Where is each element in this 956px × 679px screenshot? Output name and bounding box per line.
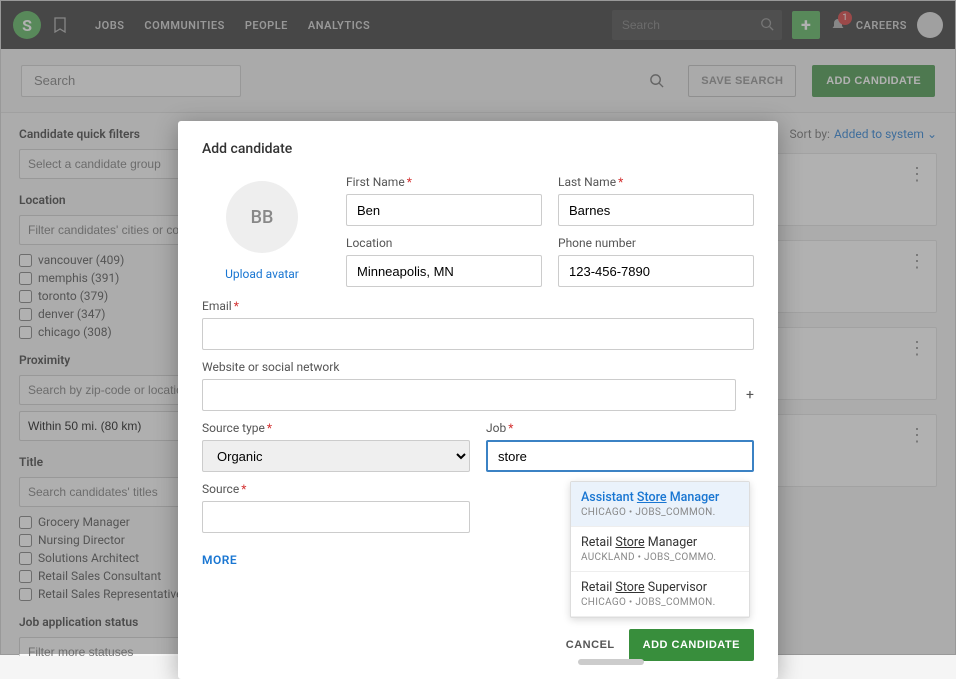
first-name-label: First Name* — [346, 175, 542, 189]
upload-avatar-link[interactable]: Upload avatar — [225, 267, 299, 281]
source-input[interactable] — [202, 501, 470, 533]
phone-label: Phone number — [558, 236, 754, 250]
phone-input[interactable] — [558, 255, 754, 287]
cancel-button[interactable]: CANCEL — [566, 639, 615, 651]
location-input[interactable] — [346, 255, 542, 287]
job-dropdown-item[interactable]: Retail Store SupervisorCHICAGO • JOBS_CO… — [571, 572, 749, 617]
email-label: Email* — [202, 299, 754, 313]
modal-overlay: Add candidate BB Upload avatar First Nam… — [1, 1, 955, 654]
job-label: Job* — [486, 421, 754, 435]
add-candidate-submit[interactable]: ADD CANDIDATE — [629, 629, 754, 661]
source-type-label: Source type* — [202, 421, 470, 435]
location-field-label: Location — [346, 236, 542, 250]
resize-handle[interactable] — [578, 659, 644, 665]
source-type-select[interactable]: Organic — [202, 440, 470, 472]
last-name-label: Last Name* — [558, 175, 754, 189]
source-label: Source* — [202, 482, 470, 496]
first-name-input[interactable] — [346, 194, 542, 226]
modal-title: Add candidate — [202, 141, 754, 157]
job-dropdown-item[interactable]: Retail Store ManagerAUCKLAND • JOBS_COMM… — [571, 527, 749, 572]
add-website-button[interactable]: + — [746, 387, 754, 411]
add-candidate-modal: Add candidate BB Upload avatar First Nam… — [178, 121, 778, 679]
job-dropdown-item[interactable]: Assistant Store ManagerCHICAGO • JOBS_CO… — [571, 482, 749, 527]
website-input[interactable] — [202, 379, 736, 411]
candidate-avatar: BB — [226, 181, 298, 253]
job-input[interactable] — [486, 440, 754, 472]
job-dropdown: Assistant Store ManagerCHICAGO • JOBS_CO… — [570, 481, 750, 618]
website-label: Website or social network — [202, 360, 736, 374]
email-input[interactable] — [202, 318, 754, 350]
last-name-input[interactable] — [558, 194, 754, 226]
